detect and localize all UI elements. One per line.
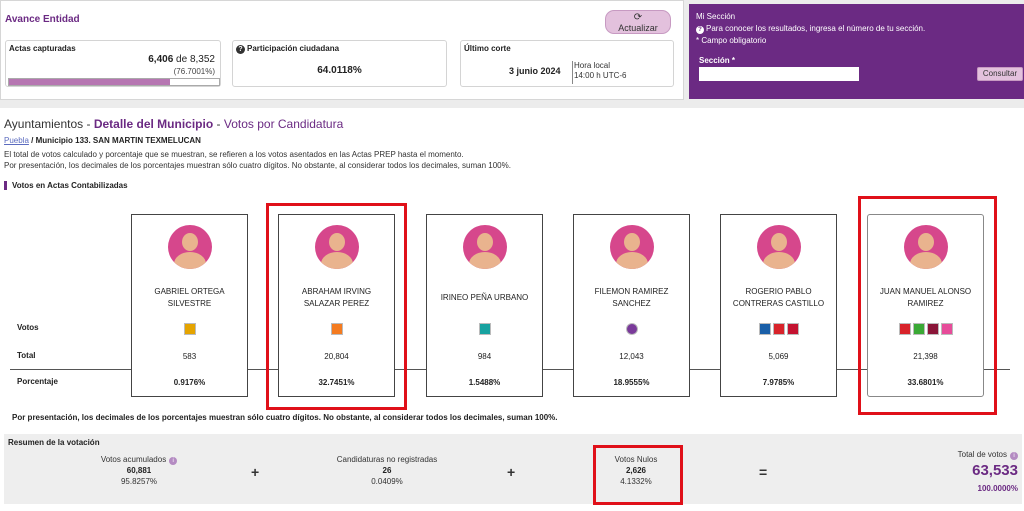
main-content: Ayuntamientos - Detalle del Municipio - … bbox=[0, 108, 1024, 511]
candidate-card[interactable]: IRINEO PEÑA URBANO 984 1.5488% bbox=[426, 214, 543, 397]
party-logo-icon bbox=[772, 323, 785, 335]
seccion-info: ? Para conocer los resultados, ingresa el… bbox=[696, 24, 925, 34]
progress-fill bbox=[9, 79, 171, 85]
corte-time: Hora local 14:00 h UTC-6 bbox=[574, 61, 627, 80]
actas-label: Actas capturadas bbox=[9, 44, 76, 53]
candidate-card[interactable]: FILEMON RAMIREZ SANCHEZ 12,043 18.9555% bbox=[573, 214, 690, 397]
candidate-percent: 18.9555% bbox=[613, 378, 650, 387]
party-logos bbox=[721, 323, 836, 335]
party-logo-icon bbox=[786, 323, 799, 335]
vote-summary: Resumen de la votación Votos acumulados i… bbox=[4, 434, 1022, 504]
consultar-button[interactable]: Consultar bbox=[977, 67, 1023, 81]
highlight-box bbox=[593, 445, 683, 505]
candidate-card[interactable]: GABRIEL ORTEGA SILVESTRE 583 0.9176% bbox=[131, 214, 248, 397]
avatar bbox=[168, 225, 212, 269]
update-button[interactable]: ⟳ Actualizar bbox=[605, 10, 671, 34]
summary-no-registradas: Candidaturas no registradas 26 0.0409% bbox=[336, 455, 438, 486]
panel-title: Avance Entidad bbox=[5, 14, 80, 25]
party-logo-icon bbox=[478, 323, 491, 335]
refresh-icon: ⟳ bbox=[633, 11, 643, 23]
required-note: * Campo obligatorio bbox=[696, 36, 767, 45]
candidate-name: GABRIEL ORTEGA SILVESTRE bbox=[154, 287, 225, 308]
note-text: El total de votos calculado y porcentaje… bbox=[4, 150, 464, 159]
actas-card: Actas capturadas 6,406 de 8,352 (76.7001… bbox=[5, 40, 221, 87]
avatar bbox=[757, 225, 801, 269]
candidate-name: FILEMON RAMIREZ SANCHEZ bbox=[594, 287, 669, 308]
party-logo-icon bbox=[625, 323, 638, 335]
help-icon[interactable]: ? bbox=[236, 45, 245, 54]
party-logo-icon bbox=[183, 323, 196, 335]
breadcrumb: Puebla / Municipio 133. SAN MARTIN TEXME… bbox=[4, 136, 201, 145]
party-logo-icon bbox=[758, 323, 771, 335]
candidate-percent: 7.9785% bbox=[762, 378, 795, 387]
candidate-percent: 0.9176% bbox=[173, 378, 206, 387]
actas-percent: (76.7001%) bbox=[173, 67, 215, 76]
row-label-porcentaje: Porcentaje bbox=[17, 377, 58, 386]
actas-progress-bar bbox=[8, 78, 220, 86]
candidate-total: 12,043 bbox=[619, 352, 644, 361]
candidate-percent: 1.5488% bbox=[468, 378, 501, 387]
info-icon[interactable]: i bbox=[1010, 452, 1018, 460]
highlight-box bbox=[266, 203, 407, 410]
mi-seccion-panel: Mi Sección ? Para conocer los resultados,… bbox=[689, 4, 1024, 99]
divider bbox=[572, 61, 573, 84]
equals-sign: = bbox=[759, 464, 768, 480]
corte-card: Último corte 3 junio 2024 Hora local 14:0… bbox=[460, 40, 674, 87]
party-logos bbox=[132, 323, 247, 335]
candidate-total: 583 bbox=[182, 352, 197, 361]
total-votos-value: 63,533 bbox=[972, 462, 1018, 479]
total-votos-percent: 100.0000% bbox=[977, 484, 1018, 493]
update-label: Actualizar bbox=[618, 22, 658, 33]
note-text: Por presentación, los decimales de los p… bbox=[4, 161, 511, 170]
participacion-label: Participación ciudadana bbox=[247, 44, 340, 53]
row-label-votos: Votos bbox=[17, 323, 39, 332]
row-label-total: Total bbox=[17, 351, 36, 360]
corte-date: 3 junio 2024 bbox=[509, 66, 561, 76]
party-logos bbox=[427, 323, 542, 335]
participacion-value: 64.0118% bbox=[317, 65, 362, 76]
candidate-name: IRINEO PEÑA URBANO bbox=[440, 293, 529, 302]
breadcrumb-link-puebla[interactable]: Puebla bbox=[4, 136, 29, 145]
candidate-name: ROGERIO PABLO CONTRERAS CASTILLO bbox=[732, 287, 825, 308]
section-title: Votos en Actas Contabilizadas bbox=[4, 181, 128, 190]
candidate-total: 5,069 bbox=[768, 352, 789, 361]
footnote: Por presentación, los decimales de los p… bbox=[12, 413, 558, 422]
seccion-input[interactable] bbox=[699, 67, 859, 81]
plus-sign: + bbox=[251, 464, 260, 480]
corte-label: Último corte bbox=[464, 44, 511, 53]
page-title: Ayuntamientos - Detalle del Municipio - … bbox=[4, 117, 344, 131]
summary-title: Resumen de la votación bbox=[8, 438, 100, 447]
seccion-field-label: Sección * bbox=[699, 56, 736, 65]
info-icon[interactable]: i bbox=[169, 457, 178, 465]
summary-acumulados: Votos acumulados i 60,881 95.8257% bbox=[74, 454, 204, 487]
highlight-box bbox=[858, 196, 997, 415]
avatar bbox=[610, 225, 654, 269]
participacion-card: ? Participación ciudadana 64.0118% bbox=[232, 40, 447, 87]
avance-entidad-panel: Avance Entidad ⟳ Actualizar Actas captur… bbox=[0, 0, 684, 100]
total-votos-label: Total de votos i bbox=[958, 450, 1018, 460]
plus-sign: + bbox=[507, 464, 516, 480]
party-logos bbox=[574, 323, 689, 335]
page: Avance Entidad ⟳ Actualizar Actas captur… bbox=[0, 0, 1024, 511]
candidate-total: 984 bbox=[477, 352, 492, 361]
actas-value: 6,406 de 8,352 bbox=[148, 54, 215, 65]
candidate-card[interactable]: ROGERIO PABLO CONTRERAS CASTILLO 5,069 7.… bbox=[720, 214, 837, 397]
seccion-title: Mi Sección bbox=[696, 12, 736, 21]
help-icon: ? bbox=[696, 26, 704, 34]
avatar bbox=[463, 225, 507, 269]
